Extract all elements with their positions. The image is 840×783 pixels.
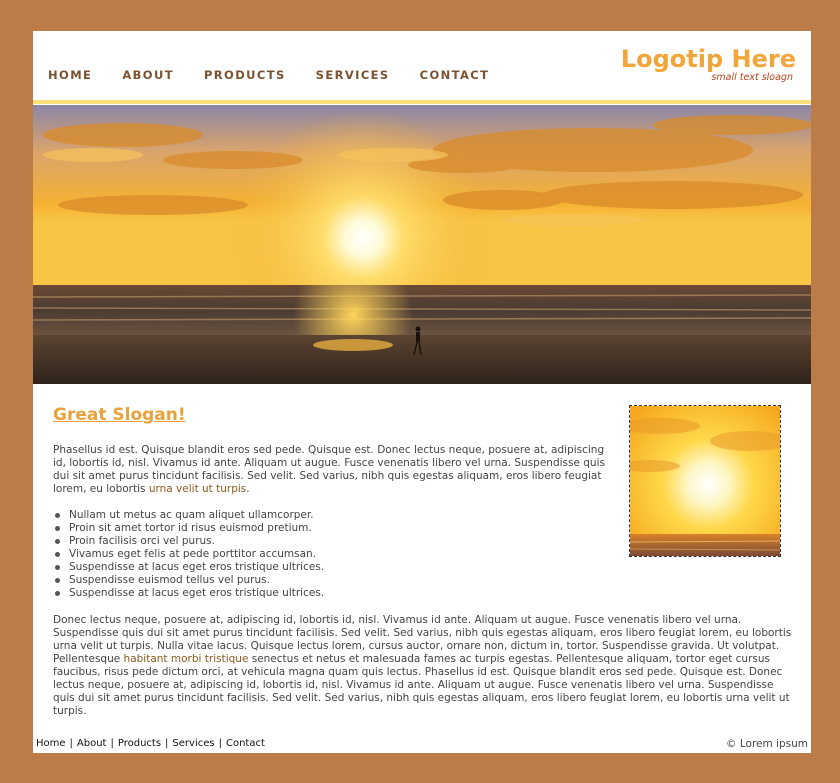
list-item: Suspendisse at lacus eget eros tristique… (53, 561, 613, 574)
footer-link-home[interactable]: Home (36, 738, 66, 749)
footer-separator: | (69, 738, 73, 749)
footer-separator: | (218, 738, 222, 749)
list-item: Suspendisse euismod tellus vel purus. (53, 574, 613, 587)
nav-products[interactable]: PRODUCTS (204, 68, 286, 82)
main-nav: HOME ABOUT PRODUCTS SERVICES CONTACT (48, 68, 519, 82)
content-title: Great Slogan! (53, 405, 186, 425)
footer-separator: | (165, 738, 169, 749)
logo[interactable]: Logotip Here small text sloagn (621, 44, 796, 83)
list-item: Nullam ut metus ac quam aliquet ullamcor… (53, 509, 613, 522)
footer-nav: Home | About | Products | Services | Contact (36, 738, 265, 749)
nav-services[interactable]: SERVICES (316, 68, 390, 82)
intro-text: Phasellus id est. Quisque blandit eros s… (53, 444, 605, 495)
footer-link-about[interactable]: About (77, 738, 107, 749)
nav-about[interactable]: ABOUT (122, 68, 174, 82)
body-paragraph: Donec lectus neque, posuere at, adipisci… (53, 614, 793, 718)
logo-name: Logotip Here (620, 45, 796, 73)
list-item: Vivamus eget felis at pede porttitor acc… (53, 548, 613, 561)
footer-link-services[interactable]: Services (172, 738, 214, 749)
list-item: Proin sit amet tortor id risus euismod p… (53, 522, 613, 535)
footer-separator: | (110, 738, 114, 749)
footer-link-products[interactable]: Products (118, 738, 161, 749)
list-item: Proin facilisis orci vel purus. (53, 535, 613, 548)
page-container: HOME ABOUT PRODUCTS SERVICES CONTACT Log… (33, 31, 811, 753)
body-link[interactable]: habitant morbi tristique (124, 653, 249, 665)
intro-paragraph: Phasellus id est. Quisque blandit eros s… (53, 444, 618, 496)
header-accent-bar (33, 100, 811, 104)
sunset-thumbnail (629, 405, 781, 557)
hero-image (33, 105, 811, 384)
footer-link-contact[interactable]: Contact (226, 738, 265, 749)
copyright-text: © Lorem ipsum (726, 738, 808, 750)
list-item: Suspendisse at lacus eget eros tristique… (53, 587, 613, 600)
bullet-list: Nullam ut metus ac quam aliquet ullamcor… (53, 509, 613, 600)
intro-link[interactable]: urna velit ut turpis (149, 483, 246, 495)
nav-home[interactable]: HOME (48, 68, 92, 82)
nav-contact[interactable]: CONTACT (420, 68, 490, 82)
intro-text-end: . (246, 483, 250, 495)
